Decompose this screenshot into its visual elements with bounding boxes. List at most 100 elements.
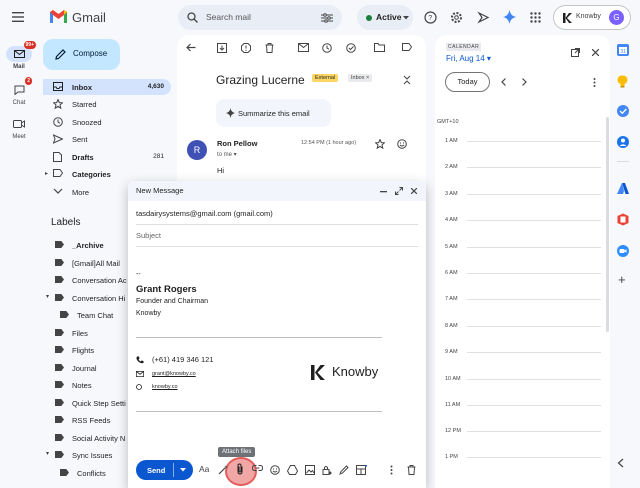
archive-icon[interactable]	[217, 43, 227, 53]
tasks-icon[interactable]	[617, 105, 629, 117]
layouts-icon[interactable]	[356, 465, 367, 475]
keep-notes-icon[interactable]	[617, 75, 628, 88]
hour-row[interactable]: 5 AM	[435, 244, 605, 250]
sidebar-item-inbox[interactable]: Inbox 4,630	[43, 79, 171, 95]
inbox-tag[interactable]: Inbox ×	[348, 74, 373, 82]
delete-icon[interactable]	[265, 43, 274, 53]
hour-row[interactable]: 4 AM	[435, 217, 605, 223]
search-icon[interactable]	[187, 12, 198, 23]
subject-field[interactable]: Subject	[136, 225, 418, 247]
rail-chat[interactable]: 2 Chat	[0, 77, 38, 106]
recipient-toggle[interactable]: to me ▾	[217, 151, 237, 158]
more-vert-icon[interactable]	[593, 78, 596, 87]
label-text: Sync Issues	[72, 451, 113, 460]
label-tag-icon	[55, 364, 64, 371]
collapse-icon[interactable]	[403, 75, 411, 85]
back-arrow-icon[interactable]	[186, 43, 196, 52]
hour-row[interactable]: 11 AM	[435, 402, 605, 408]
signature-email[interactable]: grant@knowby.co	[152, 371, 196, 377]
paperclip-icon[interactable]	[236, 463, 244, 475]
hour-row[interactable]: 9 AM	[435, 349, 605, 355]
mark-unread-icon[interactable]	[298, 43, 309, 52]
clock-icon	[53, 117, 63, 127]
hour-row[interactable]: 6 AM	[435, 270, 605, 276]
avatar[interactable]: G	[609, 10, 624, 25]
status-selector[interactable]: Active	[357, 5, 413, 30]
move-to-icon[interactable]	[374, 43, 385, 52]
hour-row[interactable]: 10 AM	[435, 376, 605, 382]
hour-row[interactable]: 3 AM	[435, 191, 605, 197]
hour-row[interactable]: 2 AM	[435, 164, 605, 170]
gmail-logo-icon[interactable]	[49, 9, 68, 24]
calendar-app-icon[interactable]: 31	[617, 44, 629, 56]
more-options-icon[interactable]	[390, 465, 393, 475]
close-icon[interactable]	[592, 49, 599, 56]
help-icon[interactable]: ?	[424, 11, 437, 24]
gemini-sparkle-icon[interactable]	[503, 10, 516, 24]
caret-down-icon[interactable]: ▾	[46, 450, 49, 457]
hour-row[interactable]: 8 AM	[435, 323, 605, 329]
signature-pen-icon[interactable]	[339, 465, 349, 475]
sender-name[interactable]: Ron Pellow	[217, 139, 257, 148]
discard-draft-icon[interactable]	[407, 465, 416, 475]
hour-row[interactable]: 12 PM	[435, 428, 605, 434]
sidebar-item-snoozed[interactable]: Snoozed	[43, 114, 171, 130]
compose-button[interactable]: Compose	[43, 39, 120, 70]
report-spam-icon[interactable]	[241, 43, 251, 53]
main-menu-icon[interactable]	[12, 12, 24, 22]
hour-row[interactable]: 7 AM	[435, 296, 605, 302]
confidential-lock-icon[interactable]	[322, 465, 332, 475]
azure-app-icon[interactable]	[617, 183, 629, 194]
hour-row[interactable]: 1 AM	[435, 138, 605, 144]
rail-meet-label: Meet	[12, 134, 26, 140]
send-options-chevron-icon[interactable]	[180, 468, 186, 472]
sidebar-item-sent[interactable]: Sent	[43, 131, 171, 147]
to-field[interactable]: tasdairysystems@gmail.com (gmail.com)	[136, 203, 418, 225]
insert-photo-icon[interactable]	[305, 465, 315, 475]
settings-gear-icon[interactable]	[450, 11, 463, 24]
google-drive-icon[interactable]	[287, 465, 298, 475]
office-app-icon[interactable]	[617, 213, 629, 226]
magic-wand-icon[interactable]	[218, 465, 228, 475]
rail-mail[interactable]: 99+ Mail	[0, 41, 38, 70]
emoji-icon[interactable]	[270, 465, 280, 475]
star-icon[interactable]	[375, 139, 385, 149]
today-button[interactable]: Today	[445, 72, 490, 92]
hour-row[interactable]: 1 PM	[435, 454, 605, 460]
close-icon[interactable]	[411, 188, 417, 194]
label-text: _Archive	[72, 241, 104, 250]
rail-meet[interactable]: Meet	[0, 116, 38, 140]
formatting-options-icon[interactable]: Aa	[199, 464, 209, 474]
chevron-right-icon[interactable]	[522, 78, 527, 86]
calendar-date-selector[interactable]: Fri, Aug 14 ▾	[446, 54, 491, 63]
extension-icon[interactable]	[477, 11, 490, 24]
label-icon[interactable]	[402, 43, 412, 51]
signature-logo-text: Knowby	[332, 364, 379, 379]
zoom-app-icon[interactable]	[617, 245, 629, 257]
sidebar-item-categories[interactable]: ▸ Categories	[43, 166, 171, 182]
get-add-ons-plus-icon[interactable]: +	[618, 272, 626, 287]
expand-icon[interactable]	[395, 187, 403, 195]
apps-grid-icon[interactable]	[530, 12, 541, 23]
contacts-icon[interactable]	[617, 136, 629, 148]
show-side-panel-chevron-icon[interactable]	[617, 458, 624, 468]
label-tag-icon	[55, 259, 64, 266]
open-in-new-icon[interactable]	[571, 48, 580, 57]
caret-down-icon[interactable]: ▾	[46, 293, 49, 300]
snooze-clock-icon[interactable]	[322, 43, 332, 53]
calendar-scrollbar[interactable]	[606, 117, 609, 332]
add-task-icon[interactable]	[346, 43, 356, 53]
send-button[interactable]: Send	[136, 460, 193, 480]
chevron-left-icon[interactable]	[501, 78, 506, 86]
summarize-button[interactable]: Summarize this email	[216, 99, 331, 127]
sidebar-item-drafts[interactable]: Drafts 281	[43, 149, 171, 165]
emoji-icon[interactable]	[397, 139, 407, 149]
search-bar[interactable]: Search mail	[178, 5, 342, 30]
minimize-icon[interactable]	[380, 191, 387, 193]
insert-link-icon[interactable]	[252, 465, 263, 471]
sidebar-item-starred[interactable]: Starred	[43, 96, 171, 112]
filter-options-icon[interactable]	[321, 13, 333, 23]
compose-header[interactable]: New Message	[128, 181, 426, 201]
account-switcher[interactable]: Knowby G	[553, 5, 631, 30]
signature-website[interactable]: knowby.co	[152, 384, 178, 390]
